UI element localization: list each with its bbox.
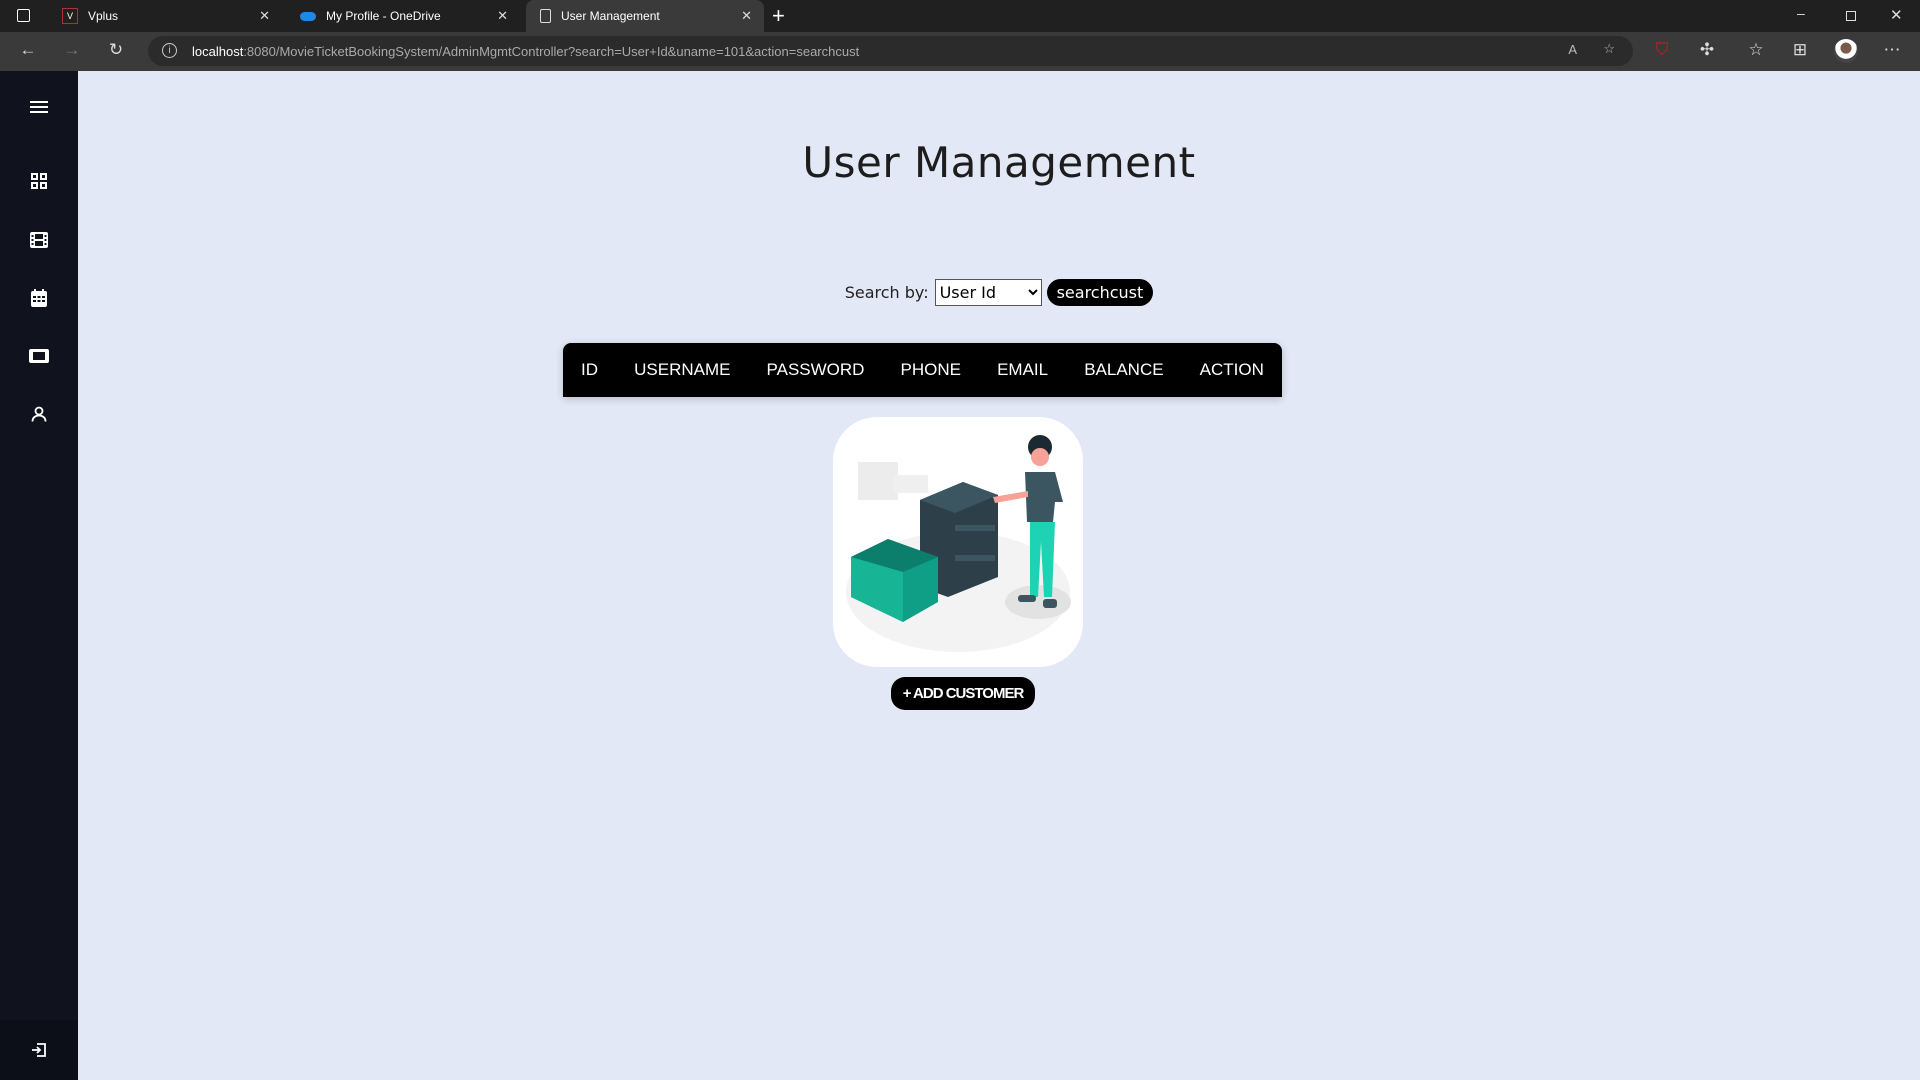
tab-vplus[interactable]: V Vplus ✕ xyxy=(48,0,282,32)
empty-state-illustration xyxy=(833,417,1083,667)
column-balance: BALANCE xyxy=(1084,360,1164,379)
tab-bar: V Vplus ✕ My Profile - OneDrive ✕ User M… xyxy=(0,0,1920,32)
refresh-icon[interactable]: ↻ xyxy=(104,40,128,60)
mcafee-extension-icon[interactable]: ⛉ xyxy=(1650,40,1674,60)
close-tab-icon[interactable]: ✕ xyxy=(259,8,270,24)
logout-area xyxy=(0,1020,78,1080)
extensions-icon[interactable]: ✣ xyxy=(1695,40,1719,60)
favorites-icon[interactable]: ☆ xyxy=(1744,40,1768,60)
profile-avatar[interactable] xyxy=(1834,39,1858,63)
site-info-icon[interactable]: i xyxy=(162,43,177,58)
url-path: :8080/MovieTicketBookingSystem/AdminMgmt… xyxy=(243,43,860,59)
logout-icon[interactable] xyxy=(27,1038,51,1062)
close-tab-icon[interactable]: ✕ xyxy=(741,8,752,24)
search-button[interactable]: searchcust xyxy=(1046,279,1154,306)
tab-title: Vplus xyxy=(88,9,119,23)
tab-onedrive[interactable]: My Profile - OneDrive ✕ xyxy=(286,0,520,32)
column-phone: PHONE xyxy=(900,360,962,379)
forward-icon[interactable]: → xyxy=(60,40,84,60)
close-tab-icon[interactable]: ✕ xyxy=(497,8,508,24)
tab-user-management[interactable]: User Management ✕ xyxy=(526,0,764,32)
search-form: Search by: User Id searchcust xyxy=(0,279,1920,306)
close-window-icon[interactable]: ✕ xyxy=(1890,6,1903,24)
tab-title: User Management xyxy=(561,9,660,23)
onedrive-icon xyxy=(300,11,316,21)
column-password: PASSWORD xyxy=(766,360,865,379)
page-title: User Management xyxy=(802,138,1196,187)
url-host: localhost xyxy=(192,43,244,59)
tab-title: My Profile - OneDrive xyxy=(326,9,441,23)
dashboard-icon[interactable] xyxy=(27,169,51,193)
restore-icon[interactable] xyxy=(1846,11,1856,21)
add-favorite-icon[interactable]: ☆ xyxy=(1603,41,1615,57)
page-icon xyxy=(540,9,551,23)
column-id: ID xyxy=(581,360,599,379)
back-icon[interactable]: ← xyxy=(16,40,40,60)
column-action: ACTION xyxy=(1199,360,1264,379)
vplus-favicon: V xyxy=(62,8,78,24)
more-options-icon[interactable]: ⋯ xyxy=(1880,40,1904,60)
sidebar xyxy=(0,71,78,1080)
menu-icon[interactable] xyxy=(27,95,51,119)
new-tab-icon[interactable]: + xyxy=(772,3,785,29)
search-by-select[interactable]: User Id xyxy=(934,279,1042,306)
read-aloud-icon[interactable]: A xyxy=(1568,42,1577,57)
collections-icon[interactable]: ⊞ xyxy=(1788,40,1812,60)
film-icon[interactable] xyxy=(27,228,51,252)
column-email: EMAIL xyxy=(997,360,1049,379)
ticket-icon[interactable] xyxy=(27,344,51,368)
search-label: Search by: xyxy=(844,283,929,302)
tab-actions-icon[interactable] xyxy=(17,9,30,22)
user-icon[interactable] xyxy=(27,402,51,426)
minimize-icon[interactable]: – xyxy=(1797,5,1805,21)
add-customer-button[interactable]: + ADD CUSTOMER xyxy=(891,677,1035,710)
users-table-header: ID USERNAME PASSWORD PHONE EMAIL BALANCE… xyxy=(563,343,1282,397)
browser-toolbar: ← → ↻ i localhost:8080/MovieTicketBookin… xyxy=(0,32,1920,71)
address-bar[interactable]: i localhost:8080/MovieTicketBookingSyste… xyxy=(148,36,1633,66)
column-username: USERNAME xyxy=(634,360,731,379)
